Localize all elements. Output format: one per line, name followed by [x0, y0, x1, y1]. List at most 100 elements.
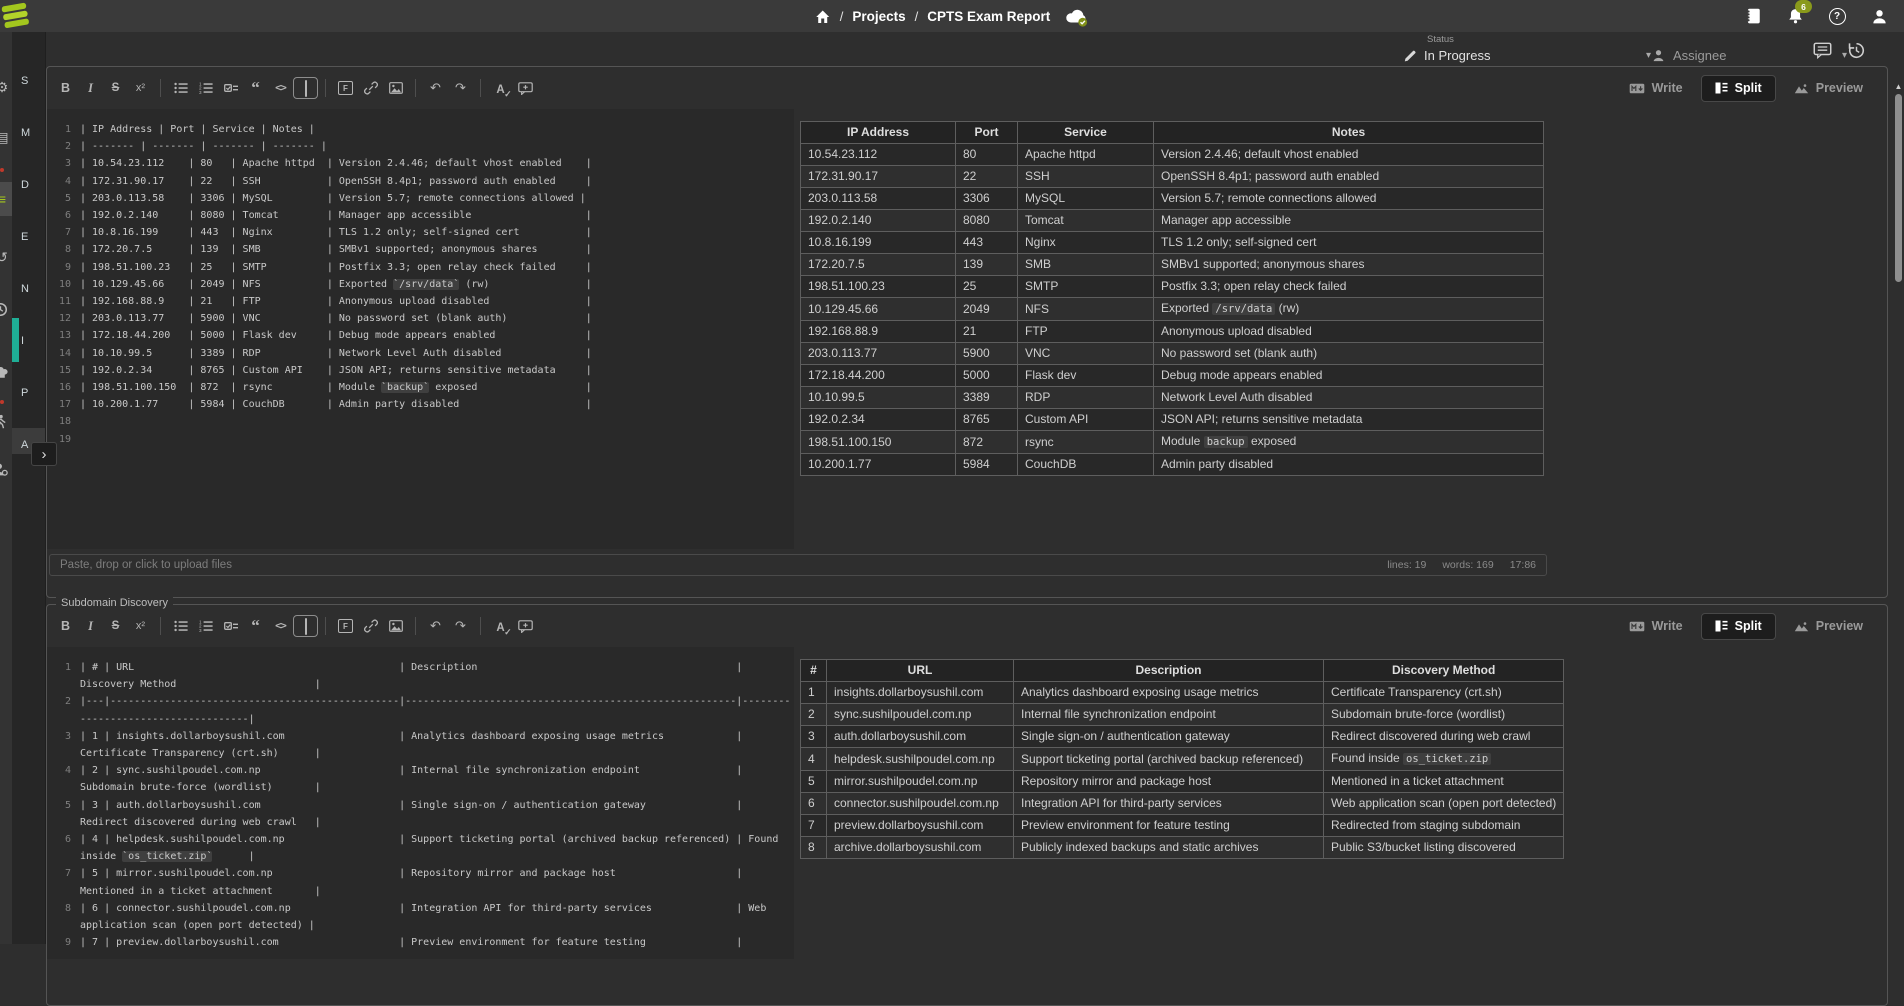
table-cell: Manager app accessible	[1154, 210, 1544, 232]
footnote-button[interactable]: F	[333, 615, 358, 637]
tab-split[interactable]: Split	[1701, 613, 1776, 640]
redo-button[interactable]: ↷	[448, 77, 473, 99]
image-button[interactable]	[383, 615, 408, 637]
collapsed-section-item[interactable]: I	[21, 332, 43, 350]
blockquote-icon: “	[251, 622, 260, 630]
table-button[interactable]	[293, 77, 318, 99]
table-cell: TLS 1.2 only; self-signed cert	[1154, 232, 1544, 254]
save-icon[interactable]: ▤	[0, 128, 11, 146]
sidebar-expand-button[interactable]: ›	[31, 442, 57, 466]
superscript-button[interactable]: x²	[128, 77, 153, 99]
table-button[interactable]	[293, 615, 318, 637]
file-upload-dropzone[interactable]: Paste, drop or click to upload files lin…	[49, 554, 1547, 576]
task-list-button[interactable]	[218, 615, 243, 637]
markdown-source-editor[interactable]: 1| IP Address | Port | Service | Notes |…	[47, 109, 794, 549]
add-comment-button[interactable]	[513, 77, 538, 99]
account-icon[interactable]	[1868, 5, 1890, 27]
code-button[interactable]: <>	[268, 77, 293, 99]
link-button[interactable]	[358, 77, 383, 99]
numbered-list-button[interactable]: 123	[193, 615, 218, 637]
line-number: 5	[49, 797, 80, 831]
strikethrough-button[interactable]: S	[103, 615, 128, 637]
help-icon[interactable]: ?	[1826, 5, 1848, 27]
collapsed-section-item[interactable]: M	[21, 124, 43, 142]
blockquote-button[interactable]: “	[243, 615, 268, 637]
breadcrumb-projects-link[interactable]: Projects	[852, 9, 905, 24]
editor-line: 8| 6 | connector.sushilpoudel.com.np | I…	[49, 900, 794, 934]
footnote-button[interactable]: F	[333, 77, 358, 99]
table-row: 7preview.dollarboysushil.comPreview envi…	[801, 815, 1564, 837]
image-button[interactable]	[383, 77, 408, 99]
superscript-button[interactable]: x²	[128, 615, 153, 637]
notifications-bell-icon[interactable]: 6	[1784, 5, 1806, 27]
editor-line: 6| 192.0.2.140 | 8080 | Tomcat | Manager…	[49, 207, 794, 224]
tab-write[interactable]: Write	[1615, 613, 1697, 640]
chef-hat-icon[interactable]	[0, 366, 11, 384]
table-icon	[305, 619, 307, 634]
spellcheck-button[interactable]: A✓	[488, 77, 513, 99]
editor-line: 9| 7 | preview.dollarboysushil.com | Pre…	[49, 934, 794, 951]
user-settings-icon[interactable]	[0, 462, 11, 480]
table-cell: Redirect discovered during web crawl	[1324, 726, 1564, 748]
editor-line: 5| 3 | auth.dollarboysushil.com | Single…	[49, 797, 794, 831]
tab-preview[interactable]: Preview	[1780, 613, 1877, 640]
collapsed-section-item[interactable]: S	[21, 72, 43, 90]
recent-clock-icon[interactable]	[0, 302, 11, 320]
collapsed-section-item[interactable]: E	[21, 228, 43, 246]
notebook-icon[interactable]	[1742, 5, 1764, 27]
italic-button[interactable]: I	[78, 77, 103, 99]
scrollbar-thumb[interactable]	[1895, 94, 1902, 282]
table-cell: Analytics dashboard exposing usage metri…	[1014, 682, 1324, 704]
tab-write[interactable]: Write	[1615, 75, 1697, 102]
walking-person-icon[interactable]	[0, 414, 11, 432]
undo-button[interactable]: ↶	[423, 77, 448, 99]
bold-button[interactable]: B	[53, 77, 78, 99]
table-cell: Redirected from staging subdomain	[1324, 815, 1564, 837]
table-cell: 172.20.7.5	[801, 254, 956, 276]
editor-line: 8| 172.20.7.5 | 139 | SMB | SMBv1 suppor…	[49, 241, 794, 258]
collapsed-section-item[interactable]: P	[21, 384, 43, 402]
table-cell: 8765	[956, 409, 1018, 431]
redo-button[interactable]: ↷	[448, 615, 473, 637]
app-logo-icon[interactable]	[1, 0, 35, 32]
blockquote-button[interactable]: “	[243, 77, 268, 99]
bullet-list-icon	[174, 620, 188, 632]
tab-preview[interactable]: Preview	[1780, 75, 1877, 102]
spellcheck-button[interactable]: A✓	[488, 615, 513, 637]
comments-icon[interactable]	[1811, 40, 1833, 60]
line-number: 8	[49, 241, 80, 258]
breadcrumb: / Projects / CPTS Exam Report	[815, 0, 1090, 32]
tab-split[interactable]: Split	[1701, 75, 1776, 102]
numbered-list-button[interactable]: 123	[193, 77, 218, 99]
add-comment-button[interactable]	[513, 615, 538, 637]
scroll-up-arrow[interactable]: ▲	[1894, 82, 1903, 92]
code-button[interactable]: <>	[268, 615, 293, 637]
table-cell: Flask dev	[1018, 365, 1154, 387]
bullet-list-button[interactable]	[168, 77, 193, 99]
toolbar-separator	[415, 79, 416, 97]
status-label: Status	[1427, 34, 1454, 45]
report-sections-icon[interactable]: ≡	[0, 190, 11, 208]
italic-button[interactable]: I	[78, 615, 103, 637]
bullet-list-button[interactable]	[168, 615, 193, 637]
table-row: 1insights.dollarboysushil.comAnalytics d…	[801, 682, 1564, 704]
bold-button[interactable]: B	[53, 615, 78, 637]
link-button[interactable]	[358, 615, 383, 637]
task-list-button[interactable]	[218, 77, 243, 99]
undo-button[interactable]: ↶	[423, 615, 448, 637]
markdown-source-editor[interactable]: 1| # | URL | Description |Discovery Meth…	[47, 647, 794, 959]
table-cell: 6	[801, 793, 827, 815]
breadcrumb-current-page[interactable]: CPTS Exam Report	[927, 9, 1050, 24]
collapsed-section-item[interactable]: N	[21, 280, 43, 298]
editor-line: 15| 192.0.2.34 | 8765 | Custom API | JSO…	[49, 362, 794, 379]
image-icon	[389, 82, 403, 94]
home-icon[interactable]	[815, 9, 831, 24]
editor-line: 3| 10.54.23.112 | 80 | Apache httpd | Ve…	[49, 155, 794, 172]
strikethrough-button[interactable]: S	[103, 77, 128, 99]
status-select[interactable]: Status In Progress ▾	[1403, 35, 1651, 63]
collapsed-section-item[interactable]: D	[21, 176, 43, 194]
undo-history-icon[interactable]: ↺	[0, 248, 11, 266]
line-number: 9	[49, 934, 80, 951]
history-icon[interactable]	[1845, 40, 1867, 60]
settings-gear-icon[interactable]: ⚙	[0, 78, 11, 96]
